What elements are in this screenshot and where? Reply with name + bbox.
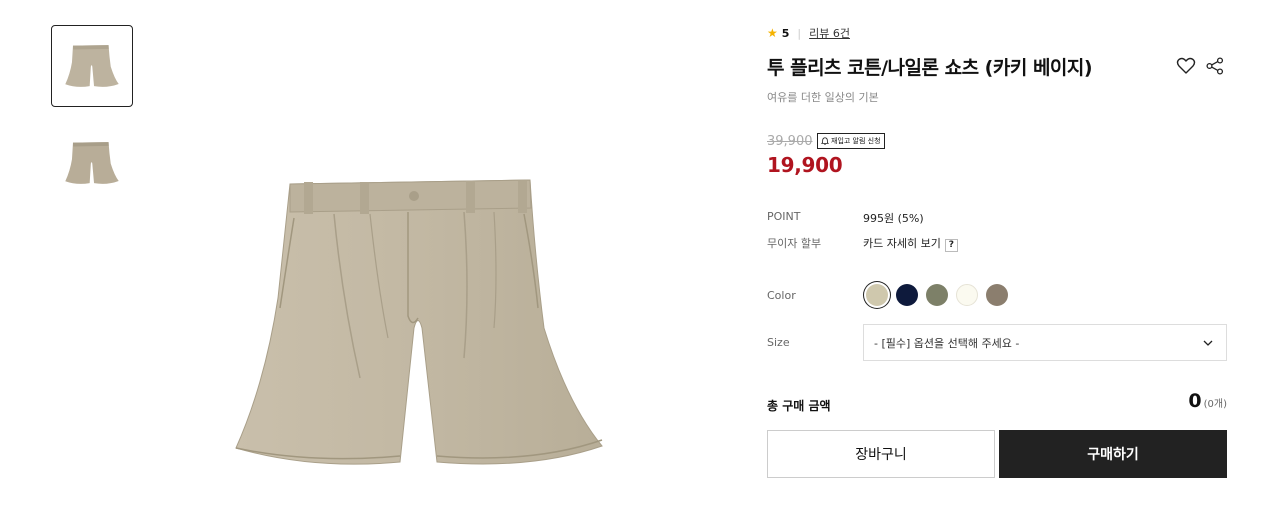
color-swatch-khaki-beige[interactable] xyxy=(866,284,888,306)
rating-score: 5 xyxy=(781,26,790,40)
total-item-count: (0개) xyxy=(1203,399,1227,410)
color-swatch-olive[interactable] xyxy=(926,284,948,306)
color-label: Color xyxy=(767,289,796,302)
product-main-image xyxy=(235,179,603,465)
product-subtitle: 여유를 더한 일상의 기본 xyxy=(767,91,879,104)
size-select-value: - [필수] 옵션을 선택해 주세요 - xyxy=(874,336,1020,350)
point-value: 995원 (5%) xyxy=(863,212,924,225)
shorts-thumbnail-image xyxy=(65,45,119,87)
color-swatch-brown-gray[interactable] xyxy=(986,284,1008,306)
card-details-link[interactable]: 카드 자세히 보기 xyxy=(863,237,941,250)
size-label: Size xyxy=(767,336,790,349)
product-thumbnail-1[interactable] xyxy=(51,25,133,107)
total-price-value: 0 xyxy=(1188,390,1202,412)
installment-label: 무이자 할부 xyxy=(767,237,822,250)
help-icon[interactable]: ? xyxy=(944,239,958,252)
heart-icon[interactable] xyxy=(1176,56,1196,76)
restock-alert-label: 재입고 알림 신청 xyxy=(831,137,881,145)
product-title: 투 플리츠 코튼/나일론 쇼츠 (카키 베이지) xyxy=(767,57,1093,79)
total-price-label: 총 구매 금액 xyxy=(767,399,831,413)
product-thumbnail-2[interactable] xyxy=(51,122,133,204)
chevron-down-icon xyxy=(1203,340,1213,346)
size-select[interactable]: - [필수] 옵션을 선택해 주세요 - xyxy=(863,324,1227,361)
review-count-link[interactable]: 리뷰 6건 xyxy=(809,25,850,41)
installment-value: 카드 자세히 보기? xyxy=(863,235,958,252)
star-icon: ★ xyxy=(767,26,778,40)
point-label: POINT xyxy=(767,210,801,223)
color-swatch-navy[interactable] xyxy=(896,284,918,306)
buy-now-button[interactable]: 구매하기 xyxy=(999,430,1227,478)
total-price: 0 (0개) xyxy=(1188,390,1227,412)
restock-alert-button[interactable]: 재입고 알림 신청 xyxy=(817,133,885,149)
bell-icon xyxy=(821,137,829,145)
rating-divider: | xyxy=(797,26,802,40)
share-icon[interactable] xyxy=(1205,56,1225,76)
color-swatch-ivory[interactable] xyxy=(956,284,978,306)
sale-price: 19,900 xyxy=(767,153,843,177)
product-info-panel: ★ 5 | 리뷰 6건 투 플리츠 코튼/나일론 쇼츠 (카키 베이지) 여유를… xyxy=(767,0,1227,510)
rating-row: ★ 5 | 리뷰 6건 xyxy=(767,25,850,41)
shorts-thumbnail-image-2 xyxy=(65,142,119,184)
add-to-cart-button[interactable]: 장바구니 xyxy=(767,430,995,478)
original-price: 39,900 xyxy=(767,134,813,149)
